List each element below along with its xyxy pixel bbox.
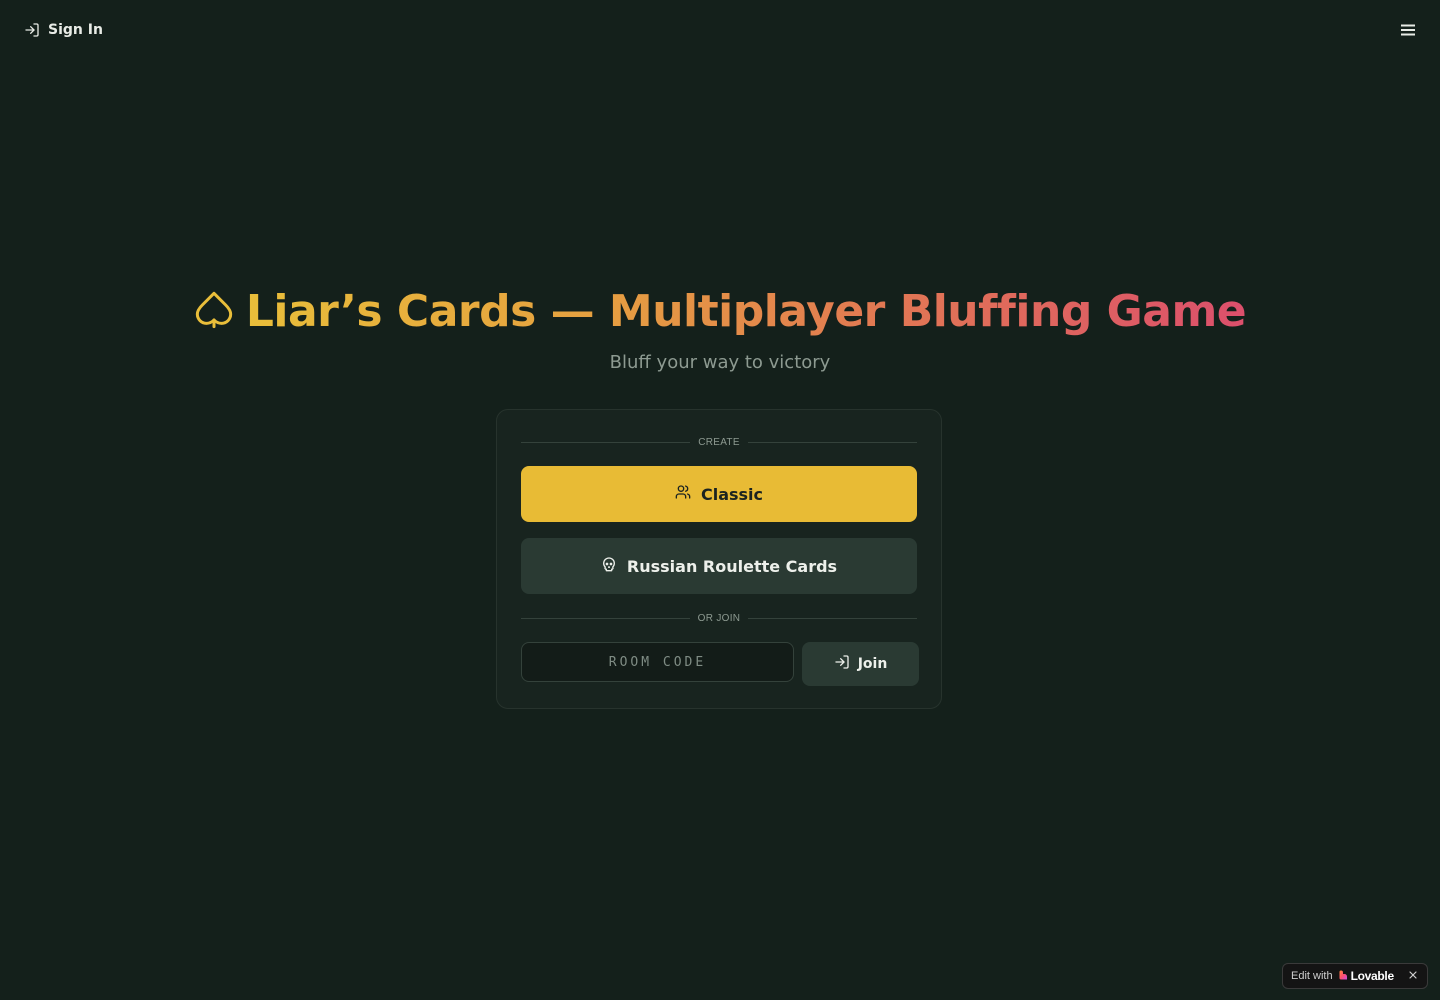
close-badge-button[interactable] bbox=[1405, 968, 1421, 984]
lovable-brand-label: Lovable bbox=[1350, 969, 1395, 983]
join-button[interactable]: Join bbox=[802, 642, 919, 686]
join-label: Join bbox=[857, 656, 888, 672]
edit-with-label: Edit with bbox=[1291, 970, 1333, 982]
edit-with-lovable-badge: Edit with Lovable bbox=[1282, 963, 1428, 989]
lovable-link[interactable]: Lovable bbox=[1339, 969, 1394, 983]
menu-button[interactable] bbox=[1396, 20, 1420, 40]
lovable-heart-icon bbox=[1339, 969, 1349, 983]
divider-line bbox=[748, 617, 918, 619]
users-icon bbox=[675, 484, 691, 504]
log-in-icon bbox=[24, 22, 40, 38]
join-divider-label: OR JOIN bbox=[697, 612, 741, 624]
page-title: Liar’s Cards — Multiplayer Bluffing Game bbox=[0, 282, 1440, 342]
classic-label: Classic bbox=[700, 484, 764, 504]
sign-in-label: Sign In bbox=[48, 22, 103, 38]
hamburger-menu-icon bbox=[1401, 21, 1415, 40]
close-icon bbox=[1409, 970, 1417, 982]
title-text: Liar’s Cards — Multiplayer Bluffing Game bbox=[246, 282, 1247, 342]
lobby-card: CREATE Classic Russian Roulette Cards OR… bbox=[496, 409, 942, 709]
sign-in-button[interactable]: Sign In bbox=[24, 20, 103, 40]
spade-icon bbox=[194, 290, 234, 334]
room-code-input[interactable] bbox=[521, 642, 794, 682]
create-classic-button[interactable]: Classic bbox=[521, 466, 917, 522]
log-in-icon bbox=[834, 654, 850, 674]
create-divider: CREATE bbox=[521, 434, 917, 450]
create-roulette-button[interactable]: Russian Roulette Cards bbox=[521, 538, 917, 594]
divider-line bbox=[521, 617, 690, 619]
create-label: CREATE bbox=[698, 436, 740, 448]
divider-line bbox=[521, 441, 691, 443]
top-bar: Sign In bbox=[0, 0, 1440, 60]
skull-icon bbox=[601, 556, 617, 576]
subtitle: Bluff your way to victory bbox=[609, 352, 831, 373]
roulette-label: Russian Roulette Cards bbox=[626, 556, 838, 576]
divider-line bbox=[747, 441, 917, 443]
join-divider: OR JOIN bbox=[521, 610, 918, 626]
